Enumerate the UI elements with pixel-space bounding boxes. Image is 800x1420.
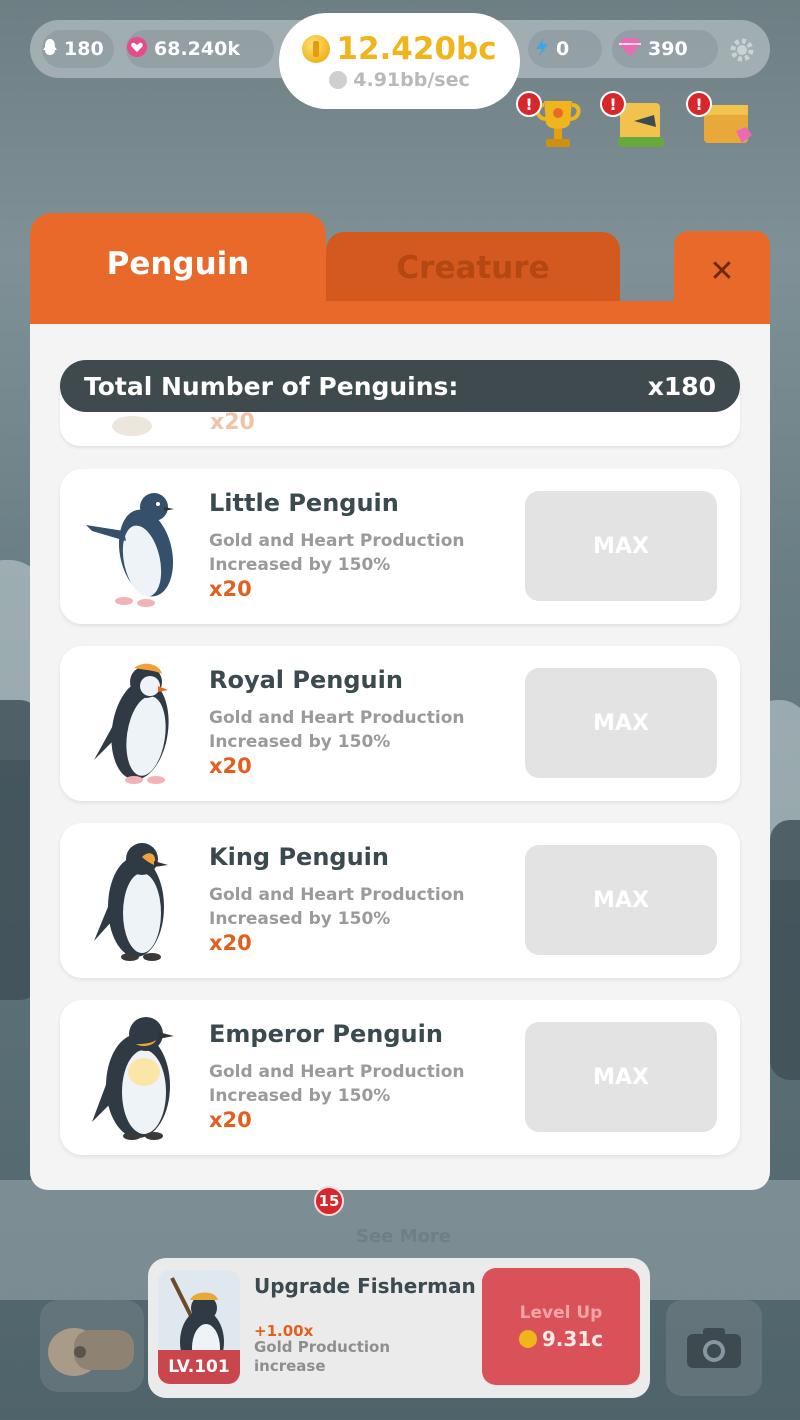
camera-icon	[687, 1328, 741, 1368]
close-icon: ✕	[709, 253, 735, 289]
penguin-desc: Gold and Heart Production Increased by 1…	[209, 531, 465, 575]
upgrade-description: Gold Production increase	[254, 1338, 391, 1375]
gem-icon	[618, 37, 642, 62]
penguin-card-royal[interactable]: Royal Penguin Gold and Heart Production …	[60, 646, 740, 801]
penguin-multiplier: x20	[209, 754, 252, 778]
gold-value: 12.420bc	[336, 31, 497, 67]
penguin-name: King Penguin	[209, 843, 389, 871]
see-more-link[interactable]: See More	[356, 1226, 451, 1247]
quests-button[interactable]: !	[600, 91, 672, 153]
penguin-desc: Gold and Heart Production Increased by 1…	[209, 1062, 465, 1106]
heart-counter[interactable]: 68.240k	[126, 30, 274, 68]
little-penguin-icon	[86, 493, 174, 607]
penguin-card-king[interactable]: King Penguin Gold and Heart Production I…	[60, 823, 740, 978]
king-penguin-icon	[94, 843, 168, 961]
upgrade-title: Upgrade Fisherman	[254, 1274, 476, 1298]
penguin-multiplier: x20	[209, 577, 252, 601]
penguin-count[interactable]: 180	[42, 30, 114, 68]
tab-penguin[interactable]: Penguin	[30, 213, 326, 325]
level-up-cost-value: 9.31c	[541, 1326, 604, 1351]
gem-value: 390	[648, 38, 688, 60]
royal-penguin-icon	[94, 663, 169, 784]
cannon-button[interactable]	[40, 1300, 144, 1392]
gold-rate-value: 4.91bb/sec	[353, 69, 470, 91]
penguin-collection-modal: Creature ✕ Penguin x20 Total Number of P…	[30, 213, 770, 1190]
alert-badge: !	[686, 91, 712, 117]
close-button[interactable]: ✕	[674, 231, 770, 311]
tab-creature[interactable]: Creature	[326, 232, 620, 304]
alert-badge: !	[600, 91, 626, 117]
modal-body: x20 Total Number of Penguins: x180 Littl…	[30, 324, 770, 1190]
level-badge: LV.101	[158, 1350, 240, 1384]
max-button[interactable]: MAX	[525, 1022, 717, 1132]
penguin-card-little[interactable]: Little Penguin Gold and Heart Production…	[60, 469, 740, 624]
penguin-desc: Gold and Heart Production Increased by 1…	[209, 708, 465, 752]
level-up-button[interactable]: Level Up 9.31c	[482, 1268, 640, 1385]
alert-badge: !	[516, 91, 542, 117]
energy-value: 0	[556, 38, 570, 60]
total-value: x180	[647, 371, 716, 401]
penguin-desc: Gold and Heart Production Increased by 1…	[209, 885, 465, 929]
total-penguins-bar: Total Number of Penguins: x180	[60, 360, 740, 412]
egg-icon	[112, 416, 152, 436]
penguin-name: Royal Penguin	[209, 666, 403, 694]
rock	[770, 820, 800, 1080]
penguin-name: Little Penguin	[209, 489, 399, 517]
notification-badge: 15	[314, 1186, 344, 1216]
gold-rate: 4.91bb/sec	[329, 69, 470, 91]
rate-coin-icon	[329, 71, 348, 89]
level-up-cost: 9.31c	[518, 1326, 604, 1351]
total-label: Total Number of Penguins:	[84, 371, 459, 401]
gem-counter[interactable]: 390	[612, 30, 718, 68]
emperor-penguin-icon	[92, 1017, 174, 1140]
heart-icon	[126, 36, 148, 63]
achievements-button[interactable]: !	[516, 91, 588, 153]
heart-value: 68.240k	[154, 38, 240, 60]
upgrade-fisherman-panel: LV.101 Upgrade Fisherman +1.00x Gold Pro…	[148, 1258, 650, 1398]
partial-multiplier: x20	[210, 410, 255, 435]
gold-amount: 12.420bc	[302, 31, 497, 67]
penguin-icon	[42, 38, 58, 61]
lightning-icon	[534, 36, 550, 63]
level-up-label: Level Up	[519, 1302, 603, 1323]
gear-icon[interactable]	[728, 36, 756, 64]
shop-button[interactable]: !	[686, 91, 758, 153]
max-button[interactable]: MAX	[525, 491, 717, 601]
cannon-icon	[48, 1328, 134, 1376]
gold-coin-icon	[302, 35, 331, 63]
penguin-name: Emperor Penguin	[209, 1020, 443, 1048]
max-button[interactable]: MAX	[525, 668, 717, 778]
energy-counter[interactable]: 0	[528, 30, 602, 68]
penguin-multiplier: x20	[209, 931, 252, 955]
max-button[interactable]: MAX	[525, 845, 717, 955]
penguin-multiplier: x20	[209, 1108, 252, 1132]
camera-button[interactable]	[666, 1300, 762, 1396]
penguin-card-emperor[interactable]: Emperor Penguin Gold and Heart Productio…	[60, 1000, 740, 1155]
gold-panel[interactable]: 12.420bc 4.91bb/sec	[279, 13, 520, 109]
gold-coin-icon	[518, 1329, 537, 1348]
penguin-count-value: 180	[64, 38, 104, 60]
